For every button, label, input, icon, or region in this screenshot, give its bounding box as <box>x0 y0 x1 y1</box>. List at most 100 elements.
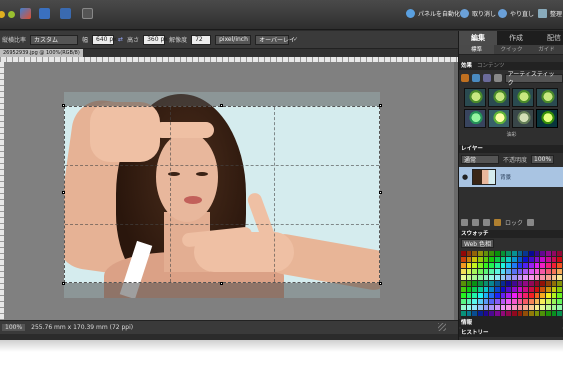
all-effects-icon[interactable] <box>493 74 502 82</box>
color-swatch[interactable] <box>472 311 477 316</box>
history-header[interactable]: ヒストリー <box>459 329 563 337</box>
color-swatch[interactable] <box>551 305 557 310</box>
color-swatch[interactable] <box>500 287 506 292</box>
zoom-level[interactable]: 100% <box>2 324 26 331</box>
color-swatch[interactable] <box>540 287 545 292</box>
tab-edit[interactable]: 編集 <box>459 31 497 45</box>
color-swatch[interactable] <box>511 287 517 292</box>
color-swatch[interactable] <box>528 251 534 256</box>
layer-row-background[interactable]: ● 背景 <box>459 167 563 187</box>
color-swatch[interactable] <box>534 287 540 292</box>
color-swatch[interactable] <box>517 299 523 304</box>
height-field[interactable]: 360 px <box>143 34 168 45</box>
color-swatch[interactable] <box>483 305 489 310</box>
organizer-button[interactable]: 整理 <box>538 9 562 18</box>
color-swatch[interactable] <box>494 311 500 316</box>
color-swatch[interactable] <box>540 305 545 310</box>
color-swatch[interactable] <box>528 311 534 316</box>
color-swatch[interactable] <box>472 299 477 304</box>
color-swatch[interactable] <box>511 293 517 298</box>
effect-thumbnail[interactable] <box>464 88 486 107</box>
workspace-layout-icon[interactable] <box>82 8 93 19</box>
color-swatch[interactable] <box>517 269 523 274</box>
color-swatch[interactable] <box>551 269 557 274</box>
color-swatch[interactable] <box>500 275 506 280</box>
color-swatch[interactable] <box>540 269 545 274</box>
effect-thumbnail[interactable] <box>512 88 534 107</box>
color-swatch[interactable] <box>506 293 511 298</box>
color-swatch[interactable] <box>489 251 494 256</box>
color-swatch[interactable] <box>534 311 540 316</box>
swatches-header[interactable]: スウォッチ <box>459 230 563 238</box>
color-swatch[interactable] <box>477 257 483 262</box>
color-swatch[interactable] <box>545 263 551 268</box>
color-swatch[interactable] <box>511 275 517 280</box>
color-swatch[interactable] <box>494 281 500 286</box>
crop-handle-bottom[interactable] <box>220 282 223 285</box>
color-swatch[interactable] <box>494 263 500 268</box>
color-swatch[interactable] <box>540 275 545 280</box>
color-swatch[interactable] <box>534 275 540 280</box>
save-icon[interactable] <box>39 8 50 19</box>
layer-styles-icon[interactable] <box>471 74 480 82</box>
color-swatch[interactable] <box>534 263 540 268</box>
color-swatch[interactable] <box>557 257 562 262</box>
color-swatch[interactable] <box>545 299 551 304</box>
tab-share[interactable]: 配信 <box>535 31 563 45</box>
color-swatch[interactable] <box>472 293 477 298</box>
color-swatch[interactable] <box>494 299 500 304</box>
color-swatch[interactable] <box>506 263 511 268</box>
layer-visibility-icon[interactable]: ● <box>462 173 468 181</box>
color-swatch[interactable] <box>545 311 551 316</box>
color-swatch[interactable] <box>557 305 562 310</box>
redo-button[interactable]: やり直し <box>498 9 534 18</box>
color-swatch[interactable] <box>551 275 557 280</box>
filters-icon[interactable] <box>461 74 469 82</box>
color-swatch[interactable] <box>540 281 545 286</box>
color-swatch[interactable] <box>466 287 472 292</box>
crop-handle-top-left[interactable] <box>62 104 65 107</box>
color-swatch[interactable] <box>523 269 528 274</box>
aspect-ratio-select[interactable]: カスタム <box>30 34 79 45</box>
color-swatch[interactable] <box>483 311 489 316</box>
color-swatch[interactable] <box>500 311 506 316</box>
overlay-select[interactable]: オーバーレイ <box>255 34 295 45</box>
color-swatch[interactable] <box>528 281 534 286</box>
color-swatch[interactable] <box>489 299 494 304</box>
color-swatch[interactable] <box>461 311 466 316</box>
color-swatch[interactable] <box>483 299 489 304</box>
color-swatch[interactable] <box>483 257 489 262</box>
color-swatch[interactable] <box>506 251 511 256</box>
color-swatch[interactable] <box>489 269 494 274</box>
color-swatch[interactable] <box>483 263 489 268</box>
color-swatch[interactable] <box>545 275 551 280</box>
color-swatch[interactable] <box>517 293 523 298</box>
color-swatch[interactable] <box>511 281 517 286</box>
color-swatch[interactable] <box>472 281 477 286</box>
color-swatch[interactable] <box>477 311 483 316</box>
new-document-icon[interactable] <box>20 8 31 19</box>
crop-handle-bottom-right[interactable] <box>379 282 382 285</box>
effect-thumbnail[interactable] <box>536 88 558 107</box>
color-swatch[interactable] <box>489 257 494 262</box>
color-swatch[interactable] <box>517 281 523 286</box>
color-swatch[interactable] <box>551 263 557 268</box>
color-swatch[interactable] <box>540 311 545 316</box>
color-swatch[interactable] <box>534 281 540 286</box>
color-swatch[interactable] <box>511 269 517 274</box>
color-swatch[interactable] <box>528 263 534 268</box>
color-swatch[interactable] <box>477 293 483 298</box>
color-swatch[interactable] <box>540 257 545 262</box>
color-swatch[interactable] <box>551 311 557 316</box>
tab-create[interactable]: 作成 <box>497 31 535 45</box>
color-swatch[interactable] <box>500 305 506 310</box>
color-swatch[interactable] <box>523 311 528 316</box>
width-field[interactable]: 640 px <box>92 34 117 45</box>
color-swatch[interactable] <box>517 263 523 268</box>
color-swatch[interactable] <box>506 281 511 286</box>
color-swatch[interactable] <box>557 293 562 298</box>
color-swatch[interactable] <box>511 299 517 304</box>
color-swatch[interactable] <box>477 263 483 268</box>
color-swatch[interactable] <box>523 281 528 286</box>
resize-grip[interactable] <box>438 323 446 331</box>
